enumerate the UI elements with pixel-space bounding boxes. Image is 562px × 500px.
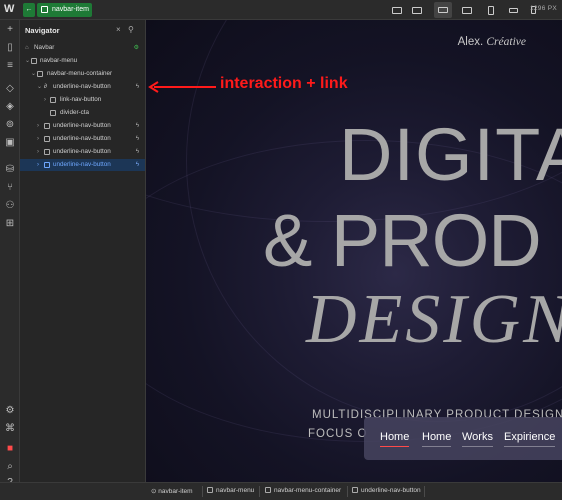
variables-icon[interactable]: ◈ — [5, 102, 15, 112]
webflow-logo-icon[interactable]: W — [4, 3, 16, 15]
chevron-right-icon[interactable]: › — [37, 159, 39, 171]
components-icon[interactable]: ◇ — [5, 84, 15, 94]
left-footer — [0, 482, 146, 500]
breadcrumb-separator — [347, 486, 348, 497]
assets-icon[interactable]: ▣ — [5, 138, 15, 148]
record-icon[interactable]: ■ — [5, 444, 15, 454]
tree-item[interactable]: ⌄ ∂ underline-nav-button ϟ — [20, 81, 145, 93]
hero-heading-line-1: DIGITA — [339, 113, 562, 196]
component-icon — [41, 6, 48, 13]
chevron-right-icon[interactable]: › — [37, 146, 39, 158]
users-icon[interactable]: ⚇ — [5, 201, 15, 211]
tree-item-selected[interactable]: › underline-nav-button ϟ — [20, 159, 145, 171]
element-box-icon — [207, 487, 213, 493]
canvas-width-readout: 1296 PX — [529, 5, 557, 12]
breadcrumb-item[interactable]: navbar-menu — [207, 487, 254, 494]
link-icon: ∂ — [44, 84, 47, 90]
audit-icon[interactable]: ⌘ — [5, 424, 15, 434]
breakpoint-switcher — [388, 2, 538, 18]
interaction-bolt-icon: ϟ — [135, 84, 139, 90]
nav-menu-panel: Home Home Works Expirience — [364, 417, 562, 460]
element-box-icon — [265, 487, 271, 493]
breadcrumb-item[interactable]: ⊙ navbar-item — [151, 487, 193, 495]
element-box-icon — [44, 162, 50, 168]
tree-item[interactable]: ⌄ navbar-menu-container — [20, 68, 145, 80]
styles-icon[interactable]: ⊚ — [5, 120, 15, 130]
chevron-down-icon[interactable]: ⌄ — [37, 81, 42, 93]
interaction-bolt-icon: ϟ — [135, 136, 139, 142]
element-box-icon — [31, 58, 37, 64]
component-status-icon: ⚙ — [133, 45, 139, 51]
pin-icon[interactable]: ⚲ — [128, 25, 134, 34]
desktop-icon[interactable] — [408, 2, 426, 18]
nav-link-works[interactable]: Works — [462, 431, 493, 447]
breadcrumb: ⊙ navbar-item navbar-menu navbar-menu-co… — [146, 482, 562, 500]
nav-link-experience[interactable]: Expirience — [504, 431, 556, 447]
tree-item[interactable]: › underline-nav-button ϟ — [20, 133, 145, 145]
selected-element-label: navbar-item — [52, 6, 89, 13]
element-box-icon — [44, 149, 50, 155]
chevron-right-icon[interactable]: › — [37, 120, 39, 132]
annotation-label: interaction + link — [220, 75, 348, 92]
chevron-down-icon[interactable]: ⌄ — [25, 55, 30, 67]
interaction-bolt-icon: ϟ — [135, 162, 139, 168]
navigator-icon[interactable]: ≡ — [5, 61, 15, 71]
hero-subtitle-2: FOCUS O — [308, 428, 368, 440]
laptop-icon[interactable] — [458, 2, 476, 18]
element-box-icon — [50, 97, 56, 103]
tree-item[interactable]: divider-cta — [20, 107, 145, 119]
cms-icon[interactable]: ⛁ — [5, 165, 15, 175]
desktop-icon[interactable] — [388, 2, 406, 18]
home-icon: ⌂ — [25, 45, 29, 51]
pages-icon[interactable]: ▯ — [5, 43, 15, 53]
left-tool-bar: + ▯ ≡ ◇ ◈ ⊚ ▣ ⛁ ⑂ ⚇ ⊞ ⚙ ⌘ ■ ⌕ ? — [0, 20, 20, 488]
site-logo[interactable]: Alex. Créative — [458, 36, 526, 48]
top-toolbar: W ← navbar-item 1296 PX — [0, 0, 562, 20]
selected-element-pill[interactable]: navbar-item — [37, 3, 92, 17]
add-icon[interactable]: + — [5, 25, 15, 35]
interaction-bolt-icon: ϟ — [135, 123, 139, 129]
chevron-right-icon[interactable]: › — [44, 94, 46, 106]
breadcrumb-item[interactable]: navbar-menu-container — [265, 487, 341, 494]
breadcrumb-separator — [424, 486, 425, 497]
nav-link-home[interactable]: Home — [422, 431, 452, 447]
close-icon[interactable]: × — [116, 25, 121, 34]
apps-icon[interactable]: ⊞ — [5, 219, 15, 229]
tablet-icon[interactable] — [482, 2, 500, 18]
laptop-icon[interactable] — [434, 2, 452, 18]
annotation-arrow-icon — [148, 81, 216, 93]
interaction-bolt-icon: ϟ — [135, 149, 139, 155]
chevron-down-icon[interactable]: ⌄ — [31, 68, 36, 80]
tree-item[interactable]: › underline-nav-button ϟ — [20, 146, 145, 158]
tree-item[interactable]: › link-nav-button — [20, 94, 145, 106]
tree-item-navbar[interactable]: ⌂ Navbar ⚙ — [20, 42, 145, 54]
back-arrow-icon: ← — [25, 6, 33, 13]
element-box-icon — [352, 487, 358, 493]
tree-item[interactable]: › underline-nav-button ϟ — [20, 120, 145, 132]
tree-item[interactable]: ⌄ navbar-menu — [20, 55, 145, 67]
breadcrumb-separator — [202, 486, 203, 497]
navigator-panel: Navigator × ⚲ ⌂ Navbar ⚙ ⌄ navbar-menu ⌄… — [20, 20, 146, 482]
settings-icon[interactable]: ⚙ — [5, 406, 15, 416]
element-box-icon — [44, 123, 50, 129]
hero-heading-line-2: & PROD — [263, 199, 542, 282]
back-button[interactable]: ← — [23, 3, 35, 17]
logic-icon[interactable]: ⑂ — [5, 183, 15, 193]
element-box-icon — [44, 136, 50, 142]
chevron-right-icon[interactable]: › — [37, 133, 39, 145]
navigator-title: Navigator — [25, 26, 60, 35]
breadcrumb-item[interactable]: underline-nav-button — [352, 487, 421, 494]
element-box-icon — [37, 71, 43, 77]
mobile-landscape-icon[interactable] — [504, 2, 522, 18]
nav-link-home[interactable]: Home — [380, 431, 410, 447]
search-icon[interactable]: ⌕ — [5, 462, 15, 472]
breadcrumb-separator — [259, 486, 260, 497]
element-box-icon — [50, 110, 56, 116]
hero-heading-line-3: DESIGN — [306, 281, 562, 358]
